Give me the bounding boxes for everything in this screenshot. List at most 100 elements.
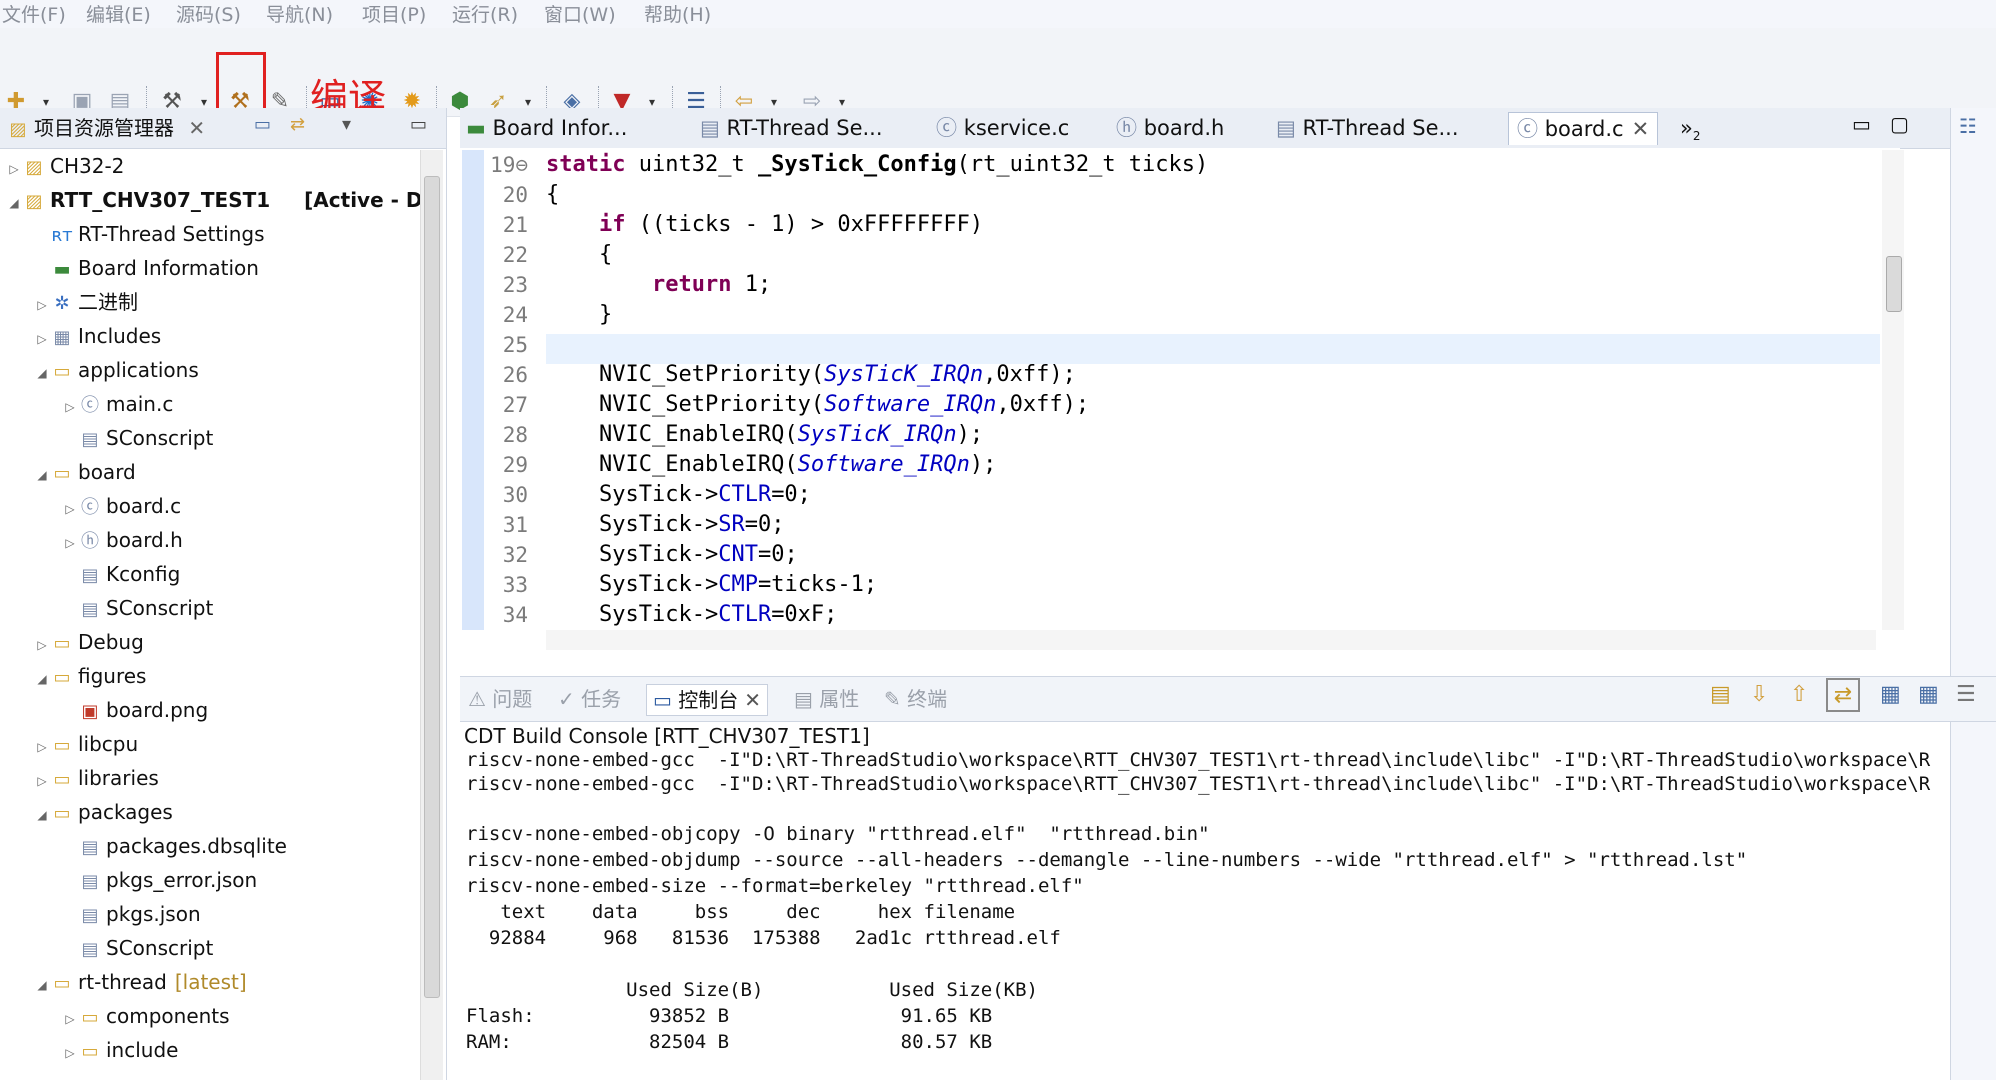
expand-icon[interactable]: ▷ bbox=[34, 629, 50, 661]
collapse-icon[interactable]: ◢ bbox=[34, 357, 50, 389]
tree-item[interactable]: ◢ ▭ applications bbox=[34, 354, 198, 389]
maximize-icon[interactable]: ▢ bbox=[1890, 112, 1909, 136]
view-menu-icon[interactable]: ☰ bbox=[1956, 682, 1976, 707]
menu-window[interactable]: 窗口(W) bbox=[544, 3, 616, 27]
tree-item[interactable]: ▤ pkgs_error.json bbox=[78, 864, 257, 896]
scroll-lock-icon[interactable]: ⇄ bbox=[1826, 678, 1860, 712]
tree-item[interactable]: ◢ ▭ rt-thread [latest] bbox=[34, 966, 246, 1001]
tree-item[interactable]: ▤ SConscript bbox=[78, 592, 213, 624]
previous-error-icon[interactable]: ⇧ bbox=[1790, 682, 1808, 707]
tree-item[interactable]: ▷ ▭ components bbox=[62, 1000, 229, 1035]
tab-problems[interactable]: ⚠ 问题 bbox=[468, 684, 532, 714]
expand-icon[interactable]: ▷ bbox=[34, 323, 50, 355]
tab-board-c[interactable]: ⓒ board.c ✕ bbox=[1508, 112, 1659, 145]
clear-console-icon[interactable]: ▤ bbox=[1710, 682, 1731, 707]
tab-board-h[interactable]: ⓗ board.h bbox=[1116, 112, 1224, 144]
tree-item[interactable]: ◢ ▭ board bbox=[34, 456, 135, 491]
tree-item[interactable]: ▣ board.png bbox=[78, 694, 208, 726]
tree-item[interactable]: ▤ packages.dbsqlite bbox=[78, 830, 287, 862]
tree-item[interactable]: ▷ ▭ Debug bbox=[34, 626, 143, 661]
collapse-icon[interactable]: ◢ bbox=[6, 187, 22, 219]
tree-item[interactable]: ▤ SConscript bbox=[78, 422, 213, 454]
code-text: ); bbox=[956, 422, 984, 447]
display-console-icon[interactable]: ▦ bbox=[1880, 682, 1901, 707]
tree-item-active-project[interactable]: ◢ ▨ RTT_CHV307_TEST1 [Active - De bbox=[6, 184, 436, 216]
expand-icon[interactable]: ▷ bbox=[62, 391, 78, 423]
link-with-editor-icon[interactable]: ⇄ bbox=[290, 114, 305, 135]
tree-item[interactable]: ▷ ▨ CH32-2 bbox=[6, 150, 124, 182]
menu-source[interactable]: 源码(S) bbox=[176, 3, 241, 27]
expand-icon[interactable]: ▷ bbox=[34, 731, 50, 763]
file-icon: ▤ bbox=[81, 599, 99, 620]
expand-icon[interactable]: ▷ bbox=[62, 527, 78, 559]
menu-run[interactable]: 运行(R) bbox=[452, 3, 518, 27]
tree-item[interactable]: ▷ ▭ libraries bbox=[34, 762, 158, 797]
tree-item[interactable]: ▬ Board Information bbox=[50, 252, 258, 284]
collapse-icon[interactable]: ◢ bbox=[34, 663, 50, 695]
tab-kservice-c[interactable]: ⓒ kservice.c bbox=[936, 112, 1069, 144]
menu-bar: 文件(F) 编辑(E) 源码(S) 导航(N) 项目(P) 运行(R) 窗口(W… bbox=[0, 0, 1996, 29]
tree-item[interactable]: ▤ SConscript bbox=[78, 932, 213, 964]
collapse-all-icon[interactable]: ▭ bbox=[254, 114, 271, 135]
project-explorer-tab[interactable]: ▨ 项目资源管理器 ✕ ▭ ⇄ ▾ ▭ bbox=[0, 108, 446, 149]
board-icon: ▬ bbox=[466, 116, 493, 140]
overflow-count: 2 bbox=[1692, 129, 1701, 144]
outline-icon[interactable]: ☷ bbox=[1959, 114, 1977, 138]
code-line: } bbox=[546, 302, 613, 327]
tab-board-info[interactable]: ▬ Board Infor... bbox=[466, 112, 627, 144]
editor-horizontal-scrollbar[interactable] bbox=[546, 630, 1876, 650]
tree-item[interactable]: ʀᴛ RT-Thread Settings bbox=[50, 218, 264, 250]
tree-item[interactable]: ▷ ⓒ board.c bbox=[62, 490, 181, 522]
code-text: =0; bbox=[757, 542, 798, 567]
console-line: 92884 968 81536 175388 2ad1c rtthread.el… bbox=[466, 927, 1061, 949]
menu-file[interactable]: 文件(F) bbox=[2, 3, 66, 27]
expand-icon[interactable]: ▷ bbox=[62, 1037, 78, 1069]
line-number: 31 bbox=[502, 513, 528, 537]
view-menu-icon[interactable]: ▾ bbox=[342, 114, 351, 135]
tab-properties[interactable]: ▤ 属性 bbox=[794, 684, 859, 714]
tab-console[interactable]: ▭ 控制台 ✕ bbox=[646, 684, 769, 716]
expand-icon[interactable]: ▷ bbox=[62, 493, 78, 525]
code-enum: Software_IRQn bbox=[824, 392, 997, 417]
code-field: CTLR bbox=[718, 482, 772, 507]
expand-icon[interactable]: ▷ bbox=[6, 153, 22, 185]
next-error-icon[interactable]: ⇩ bbox=[1750, 682, 1768, 707]
minimize-icon[interactable]: ▭ bbox=[1852, 112, 1871, 136]
tree-item[interactable]: ◢ ▭ figures bbox=[34, 660, 146, 692]
collapse-icon[interactable]: ◢ bbox=[34, 799, 50, 831]
close-icon[interactable]: ✕ bbox=[744, 688, 761, 712]
collapse-icon[interactable]: ◢ bbox=[34, 969, 50, 1001]
expand-icon[interactable]: ▷ bbox=[62, 1003, 78, 1035]
menu-help[interactable]: 帮助(H) bbox=[644, 3, 711, 27]
tree-item[interactable]: ▷ ⓒ main.c bbox=[62, 388, 173, 420]
open-console-icon[interactable]: ▦ bbox=[1918, 682, 1939, 707]
tab-tasks[interactable]: ✓ 任务 bbox=[558, 684, 621, 714]
editor-vertical-scrollbar[interactable] bbox=[1882, 150, 1904, 630]
tree-item[interactable]: ▤ pkgs.json bbox=[78, 898, 200, 930]
collapse-icon[interactable]: ◢ bbox=[34, 459, 50, 491]
code-line: { bbox=[546, 242, 613, 267]
editor-scroll-thumb[interactable] bbox=[1886, 256, 1902, 312]
menu-project[interactable]: 项目(P) bbox=[362, 3, 426, 27]
tab-rt-thread-settings[interactable]: ▤ RT-Thread Se... bbox=[700, 112, 883, 144]
tree-item[interactable]: ◢ ▭ packages bbox=[34, 796, 172, 831]
tab-terminal[interactable]: ✎ 终端 bbox=[884, 684, 947, 714]
close-icon[interactable]: ✕ bbox=[188, 116, 205, 140]
tab-rt-thread-settings-2[interactable]: ▤ RT-Thread Se... bbox=[1276, 112, 1459, 144]
minimize-icon[interactable]: ▭ bbox=[410, 114, 427, 135]
code-enum: SysTicK_IRQn bbox=[797, 422, 957, 447]
tree-item[interactable]: ▷ ▦ Includes bbox=[34, 320, 161, 352]
file-icon: ▤ bbox=[81, 871, 99, 892]
tree-item[interactable]: ▷ ⓗ board.h bbox=[62, 524, 182, 559]
explorer-scroll-thumb[interactable] bbox=[424, 176, 440, 998]
close-icon[interactable]: ✕ bbox=[1632, 117, 1650, 141]
tree-item[interactable]: ▷ ▭ include bbox=[62, 1034, 178, 1066]
menu-edit[interactable]: 编辑(E) bbox=[86, 3, 151, 27]
tree-item[interactable]: ▤ Kconfig bbox=[78, 558, 180, 590]
tree-item[interactable]: ▷ ✲ 二进制 bbox=[34, 286, 138, 318]
expand-icon[interactable]: ▷ bbox=[34, 765, 50, 797]
tree-item[interactable]: ▷ ▭ libcpu bbox=[34, 728, 138, 760]
menu-navigate[interactable]: 导航(N) bbox=[266, 3, 333, 27]
expand-icon[interactable]: ▷ bbox=[34, 289, 50, 321]
more-tabs-button[interactable]: »2 bbox=[1680, 112, 1701, 144]
